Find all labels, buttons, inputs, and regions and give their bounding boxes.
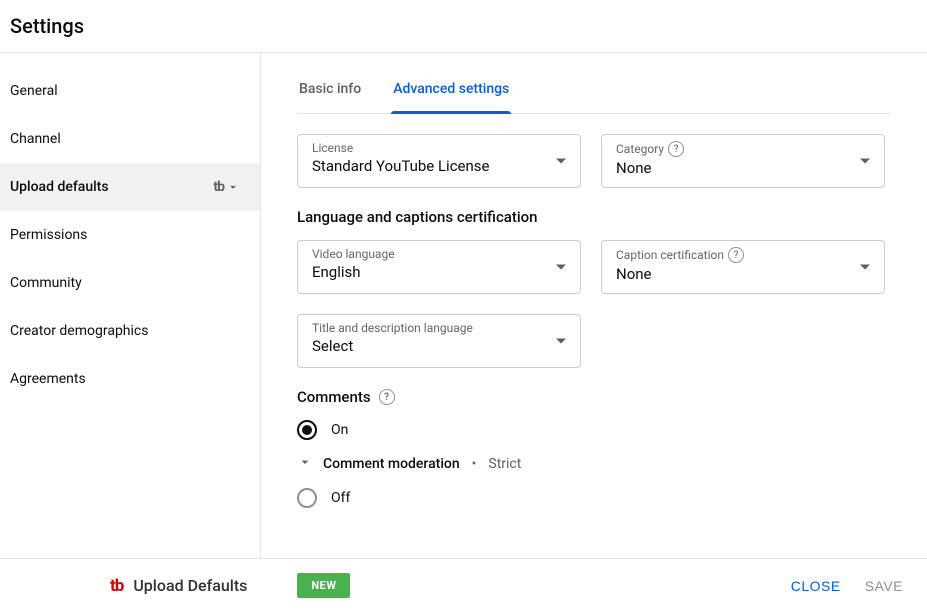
- sidebar-item-label: Upload defaults: [10, 179, 109, 195]
- license-select[interactable]: License Standard YouTube License: [297, 134, 581, 188]
- video-language-select[interactable]: Video language English: [297, 240, 581, 294]
- section-comments: Comments ?: [297, 388, 891, 406]
- sidebar-item-general[interactable]: General: [0, 67, 260, 115]
- caption-certification-select[interactable]: Caption certification ? None: [601, 240, 885, 294]
- moderation-label: Comment moderation: [323, 456, 460, 472]
- caption-certification-label: Caption certification ?: [616, 247, 844, 263]
- help-icon[interactable]: ?: [668, 141, 684, 157]
- moderation-separator: •: [472, 456, 477, 472]
- chevron-down-icon[interactable]: [226, 180, 240, 194]
- upload-defaults-brand: Upload Defaults: [133, 576, 247, 595]
- dropdown-caret-icon: [556, 265, 566, 270]
- radio-icon: [297, 488, 317, 508]
- sidebar-item-label: General: [10, 83, 58, 99]
- license-label: License: [312, 141, 540, 155]
- new-badge[interactable]: NEW: [297, 573, 350, 598]
- category-select[interactable]: Category ? None: [601, 134, 885, 188]
- comment-moderation-toggle[interactable]: Comment moderation • Strict: [297, 454, 891, 474]
- page-title: Settings: [10, 14, 917, 38]
- sidebar-item-agreements[interactable]: Agreements: [0, 355, 260, 403]
- sidebar-item-trailing: tb: [213, 179, 240, 195]
- tab-advanced-settings[interactable]: Advanced settings: [391, 71, 511, 113]
- sidebar-item-label: Community: [10, 275, 82, 291]
- license-value: Standard YouTube License: [312, 157, 540, 175]
- dropdown-caret-icon: [556, 159, 566, 164]
- comments-off-radio[interactable]: Off: [297, 488, 891, 508]
- caption-certification-value: None: [616, 265, 844, 283]
- sidebar-item-permissions[interactable]: Permissions: [0, 211, 260, 259]
- close-button[interactable]: CLOSE: [791, 578, 841, 594]
- tubebuddy-icon: tb: [213, 179, 224, 195]
- category-value: None: [616, 159, 844, 177]
- title-description-language-value: Select: [312, 337, 540, 355]
- video-language-value: English: [312, 263, 540, 281]
- chevron-down-icon: [297, 454, 313, 474]
- title-description-language-select[interactable]: Title and description language Select: [297, 314, 581, 368]
- dropdown-caret-icon: [556, 339, 566, 344]
- help-icon[interactable]: ?: [728, 247, 744, 263]
- dialog-footer: tb Upload Defaults NEW CLOSE SAVE: [0, 558, 927, 612]
- settings-sidebar: General Channel Upload defaults tb Permi…: [0, 53, 261, 558]
- title-description-language-label: Title and description language: [312, 321, 540, 335]
- footer-right: CLOSE SAVE: [791, 578, 903, 594]
- main-panel: Basic info Advanced settings License Sta…: [261, 53, 927, 558]
- section-language-captions: Language and captions certification: [297, 208, 891, 226]
- dropdown-caret-icon: [860, 159, 870, 164]
- sidebar-item-label: Creator demographics: [10, 323, 148, 339]
- radio-label: On: [331, 422, 348, 438]
- video-language-label: Video language: [312, 247, 540, 261]
- save-button: SAVE: [865, 578, 903, 594]
- help-icon[interactable]: ?: [379, 389, 395, 405]
- radio-label: Off: [331, 490, 350, 506]
- dropdown-caret-icon: [860, 265, 870, 270]
- sidebar-item-community[interactable]: Community: [0, 259, 260, 307]
- category-label: Category ?: [616, 141, 844, 157]
- sidebar-item-label: Channel: [10, 131, 61, 147]
- sidebar-item-channel[interactable]: Channel: [0, 115, 260, 163]
- comments-on-radio[interactable]: On: [297, 420, 891, 440]
- footer-left: tb Upload Defaults NEW: [110, 573, 350, 598]
- tubebuddy-icon: tb: [110, 576, 123, 596]
- tabs: Basic info Advanced settings: [297, 71, 891, 114]
- sidebar-item-label: Permissions: [10, 227, 87, 243]
- dialog-header: Settings: [0, 0, 927, 53]
- tab-basic-info[interactable]: Basic info: [297, 71, 363, 113]
- radio-icon: [297, 420, 317, 440]
- sidebar-item-creator-demographics[interactable]: Creator demographics: [0, 307, 260, 355]
- dialog-body: General Channel Upload defaults tb Permi…: [0, 53, 927, 558]
- sidebar-item-upload-defaults[interactable]: Upload defaults tb: [0, 163, 260, 211]
- sidebar-item-label: Agreements: [10, 371, 86, 387]
- moderation-value: Strict: [488, 456, 521, 472]
